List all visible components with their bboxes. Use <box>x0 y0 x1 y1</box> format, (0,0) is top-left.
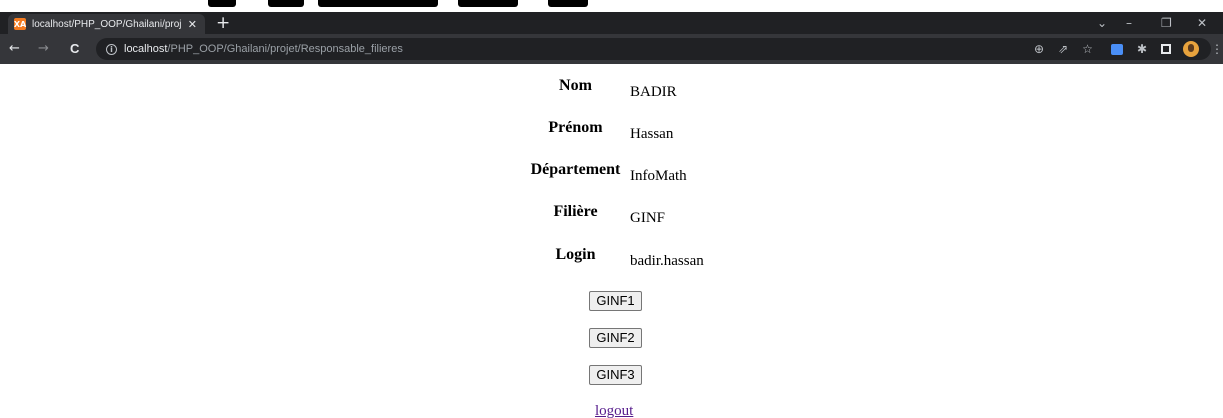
ginf1-button[interactable]: GINF1 <box>589 291 642 311</box>
xampp-favicon-icon: XA <box>13 18 27 30</box>
ginf3-button[interactable]: GINF3 <box>589 365 642 385</box>
back-button[interactable]: ← <box>9 41 20 57</box>
extension-icon[interactable] <box>1110 43 1123 55</box>
info-label: Prénom <box>548 119 603 136</box>
url-text: localhost/PHP_OOP/Ghailani/projet/Respon… <box>124 43 403 55</box>
logout-link[interactable]: logout <box>595 403 633 418</box>
info-row-departement: Département InfoMath <box>523 161 687 185</box>
profile-avatar[interactable] <box>1183 41 1199 57</box>
cropped-top-strip <box>0 0 1223 12</box>
site-info-icon[interactable]: i <box>106 43 117 55</box>
browser-tab-bar: XA localhost/PHP_OOP/Ghailani/proj ✕ + ⌄… <box>0 12 1223 34</box>
info-value: BADIR <box>630 84 677 100</box>
browser-toolbar: ← → C i localhost/PHP_OOP/Ghailani/proje… <box>0 34 1223 64</box>
ginf2-button[interactable]: GINF2 <box>589 328 642 348</box>
zoom-icon[interactable]: ⊕ <box>1034 42 1044 56</box>
info-label: Nom <box>559 77 592 94</box>
browser-tab[interactable]: XA localhost/PHP_OOP/Ghailani/proj ✕ <box>8 14 205 34</box>
info-value: GINF <box>630 210 666 226</box>
info-label: Filière <box>553 203 598 220</box>
tab-title: localhost/PHP_OOP/Ghailani/proj <box>32 18 182 30</box>
info-row-login: Login badir.hassan <box>523 246 704 270</box>
close-icon[interactable]: ✕ <box>188 18 197 31</box>
reload-button[interactable]: C <box>70 41 79 57</box>
toolbar-icons: ⊕ ⇗ ☆ ✱ ⋮ <box>1020 38 1223 60</box>
minimize-button[interactable]: – <box>1126 15 1132 31</box>
info-label: Login <box>555 246 596 263</box>
info-value: Hassan <box>630 126 674 142</box>
info-label: Département <box>530 161 621 178</box>
bookmark-star-icon[interactable]: ☆ <box>1082 42 1093 56</box>
side-panel-icon[interactable] <box>1161 44 1171 54</box>
window-close-button[interactable]: ✕ <box>1197 15 1207 31</box>
new-tab-button[interactable]: + <box>216 14 230 32</box>
url-path: /PHP_OOP/Ghailani/projet/Responsable_fil… <box>167 43 403 55</box>
address-bar[interactable]: i localhost/PHP_OOP/Ghailani/projet/Resp… <box>96 38 1223 60</box>
info-row-nom: Nom BADIR <box>523 77 677 101</box>
info-value: InfoMath <box>630 168 687 184</box>
share-icon[interactable]: ⇗ <box>1058 42 1068 56</box>
info-row-filiere: Filière GINF <box>523 203 665 227</box>
extensions-puzzle-icon[interactable]: ✱ <box>1137 42 1147 56</box>
forward-button[interactable]: → <box>38 41 49 57</box>
info-row-prenom: Prénom Hassan <box>523 119 673 143</box>
restore-button[interactable]: ❐ <box>1161 15 1172 31</box>
info-value: badir.hassan <box>630 253 704 269</box>
menu-kebab-icon[interactable]: ⋮ <box>1211 42 1223 56</box>
page-content: Nom BADIR Prénom Hassan Département Info… <box>0 64 1223 418</box>
url-host: localhost <box>124 43 168 55</box>
tab-search-chevron-icon[interactable]: ⌄ <box>1097 15 1107 31</box>
